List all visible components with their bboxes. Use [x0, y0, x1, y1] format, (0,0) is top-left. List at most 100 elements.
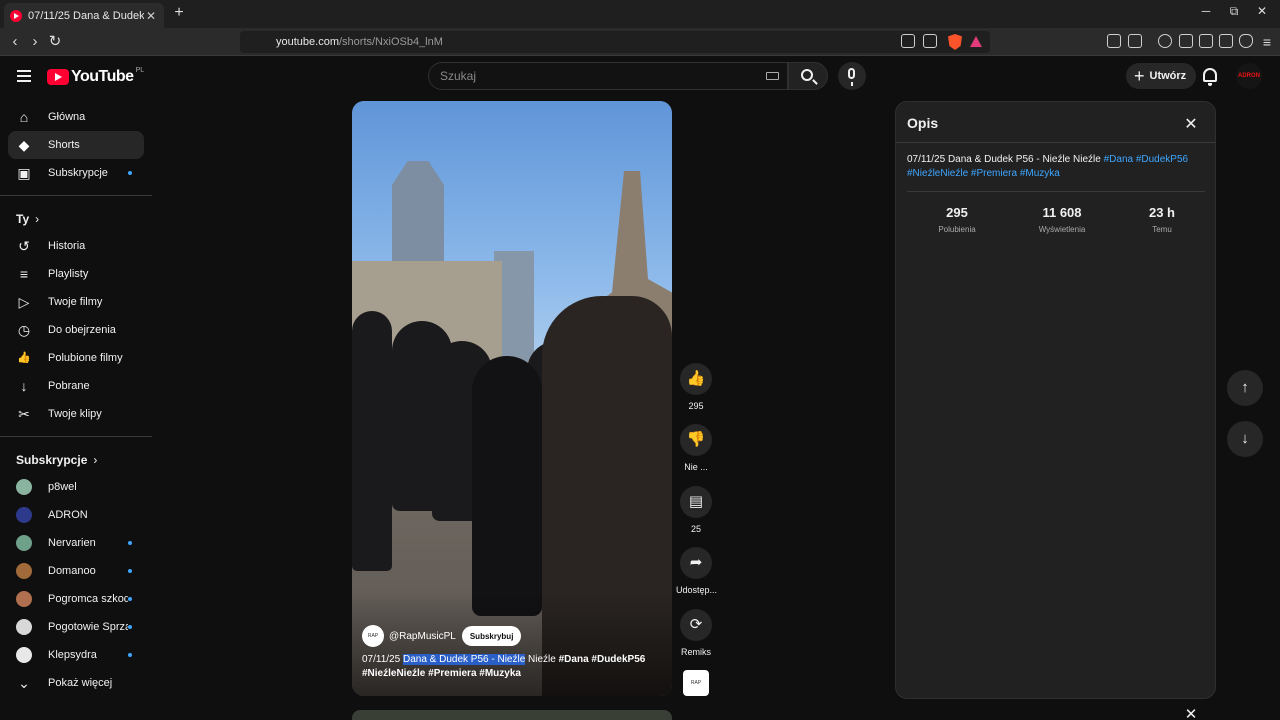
video-frame-person — [472, 356, 542, 616]
close-panel-icon[interactable]: ✕ — [1182, 114, 1200, 134]
channel-avatar[interactable]: RAP — [362, 625, 384, 647]
leo-icon[interactable] — [1219, 34, 1233, 48]
like-count: 295 — [688, 401, 704, 411]
sidebar-item-label: Twoje filmy — [48, 296, 103, 308]
caption-hashtags[interactable]: #NieźleNieźle #Premiera #Muzyka — [362, 668, 521, 679]
create-button[interactable]: + Utwórz — [1126, 63, 1197, 89]
brave-rewards-icon[interactable] — [970, 36, 982, 47]
keyboard-icon[interactable] — [766, 72, 779, 80]
extensions-icon[interactable] — [1107, 34, 1121, 48]
sound-thumbnail[interactable]: RAP — [683, 670, 709, 696]
share-icon[interactable]: ➦ — [680, 547, 712, 579]
subscribe-button[interactable]: Subskrybuj — [461, 626, 522, 646]
thumbs-down-icon[interactable]: 👎 — [680, 424, 712, 456]
new-tab-button[interactable]: + — [170, 4, 188, 22]
chevron-right-icon: › — [93, 453, 98, 467]
remix-action[interactable]: ⟳ Remiks — [676, 609, 716, 657]
share-action[interactable]: ➦ Udostęp... — [676, 547, 717, 595]
search-input[interactable] — [440, 69, 740, 83]
forward-icon[interactable]: › — [27, 33, 43, 51]
description-hashtags[interactable]: #NieźleNieźle #Premiera #Muzyka — [907, 168, 1060, 179]
comment-icon[interactable]: ▤ — [680, 486, 712, 518]
playlists-icon: ≡ — [19, 266, 29, 282]
caption-hashtags[interactable]: #Dana #DudekP56 — [559, 654, 646, 665]
subscription-channel[interactable]: Klepsydra — [8, 641, 144, 669]
hamburger-menu-icon[interactable] — [17, 70, 31, 82]
subscription-channel[interactable]: Nervarien — [8, 529, 144, 557]
voice-search-button[interactable] — [838, 62, 866, 90]
menu-icon[interactable]: ≡ — [1259, 33, 1275, 51]
sidebar-item-your-clips[interactable]: ✂ Twoje klipy — [8, 400, 144, 428]
channel-avatar — [16, 535, 32, 551]
history-icon: ↺ — [18, 238, 30, 254]
channel-avatar — [16, 563, 32, 579]
video-caption[interactable]: 07/11/25 Dana & Dudek P56 - Nieźle Nieźl… — [362, 653, 652, 681]
comments-action[interactable]: ▤ 25 — [676, 486, 716, 534]
arrow-down-icon: ↓ — [1241, 430, 1249, 447]
sidebar-item-label: Polubione filmy — [48, 352, 123, 364]
screenshot-icon[interactable] — [1128, 34, 1142, 48]
channel-name: p8wel — [48, 481, 77, 493]
maximize-button[interactable]: ⧉ — [1224, 4, 1244, 19]
sidebar: ⌂ Główna ◆ Shorts ▣ Subskrypcje Ty › ↺ Hi… — [0, 96, 160, 720]
sidebar-toggle-icon[interactable] — [1179, 34, 1193, 48]
sidebar-item-your-videos[interactable]: ▷ Twoje filmy — [8, 288, 144, 316]
panel-divider — [907, 191, 1205, 192]
remix-icon[interactable]: ⟳ — [680, 609, 712, 641]
shorts-video-player[interactable]: RAP @RapMusicPL Subskrybuj 07/11/25 Dana… — [352, 101, 672, 696]
sidebar-item-subscriptions[interactable]: ▣ Subskrypcje — [8, 159, 144, 187]
vpn-shield-icon[interactable] — [1239, 34, 1253, 48]
next-short-button[interactable]: ↓ — [1227, 421, 1263, 457]
sidebar-item-history[interactable]: ↺ Historia — [8, 232, 144, 260]
show-more-button[interactable]: ⌄ Pokaż więcej — [8, 669, 144, 697]
wallet-icon[interactable] — [1199, 34, 1213, 48]
url-path: /shorts/NxiOSb4_lnM — [338, 36, 443, 48]
stat-label: Temu — [1152, 225, 1172, 234]
tab-close-icon[interactable]: ✕ — [144, 9, 158, 23]
reload-icon[interactable]: ↻ — [47, 33, 63, 51]
music-icon[interactable] — [1158, 34, 1172, 48]
sidebar-item-label: Główna — [48, 111, 86, 123]
subscriptions-section-heading[interactable]: Subskrypcje › — [16, 453, 97, 467]
description-hashtags[interactable]: #Dana #DudekP56 — [1104, 154, 1189, 165]
open-external-icon[interactable] — [901, 34, 915, 48]
subscription-channel[interactable]: Pogotowie Sprzą... — [8, 613, 144, 641]
like-action[interactable]: 👍 295 — [676, 363, 716, 411]
address-bar[interactable]: youtube.com/shorts/NxiOSb4_lnM — [240, 31, 990, 53]
youtube-logo[interactable]: YouTube PL — [47, 67, 144, 86]
sidebar-item-shorts[interactable]: ◆ Shorts — [8, 131, 144, 159]
sidebar-item-home[interactable]: ⌂ Główna — [8, 103, 144, 131]
share-page-icon[interactable] — [923, 34, 937, 48]
back-icon[interactable]: ‹ — [7, 33, 23, 51]
subscription-channel[interactable]: Pogromca szkod... — [8, 585, 144, 613]
dislike-action[interactable]: 👎 Nie ... — [676, 424, 716, 472]
minimize-button[interactable]: ─ — [1196, 4, 1216, 18]
window-close-button[interactable]: ✕ — [1252, 4, 1272, 18]
subscription-channel[interactable]: p8wel — [8, 473, 144, 501]
previous-short-button[interactable]: ↑ — [1227, 370, 1263, 406]
channel-avatar — [16, 507, 32, 523]
channel-name: Nervarien — [48, 537, 96, 549]
sidebar-item-downloads[interactable]: ↓ Pobrane — [8, 372, 144, 400]
thumbs-up-icon[interactable]: 👍 — [680, 363, 712, 395]
views-stat: 11 608 Wyświetlenia — [1012, 205, 1112, 234]
sidebar-item-watch-later[interactable]: ◷ Do obejrzenia — [8, 316, 144, 344]
logo-text: YouTube — [71, 68, 134, 85]
close-icon[interactable]: ✕ — [1182, 705, 1200, 720]
plus-icon: + — [1134, 66, 1145, 86]
subscription-channel[interactable]: ADRON — [8, 501, 144, 529]
stat-value: 11 608 — [1042, 205, 1082, 220]
you-section-heading[interactable]: Ty › — [16, 212, 39, 226]
notifications-bell-icon[interactable] — [1203, 68, 1217, 86]
sidebar-item-label: Historia — [48, 240, 86, 252]
stat-label: Wyświetlenia — [1038, 225, 1086, 234]
subscription-channel[interactable]: Domanoo — [8, 557, 144, 585]
channel-name[interactable]: @RapMusicPL — [389, 631, 456, 642]
scissors-icon: ✂ — [18, 406, 30, 422]
chevron-right-icon: › — [35, 212, 40, 226]
search-button[interactable] — [788, 62, 828, 90]
account-avatar[interactable]: ADRON — [1236, 63, 1262, 89]
sidebar-item-playlists[interactable]: ≡ Playlisty — [8, 260, 144, 288]
browser-tab[interactable]: 07/11/25 Dana & Dudek P56 - N ✕ — [4, 3, 164, 28]
sidebar-item-liked-videos[interactable]: 👍 Polubione filmy — [8, 344, 144, 372]
